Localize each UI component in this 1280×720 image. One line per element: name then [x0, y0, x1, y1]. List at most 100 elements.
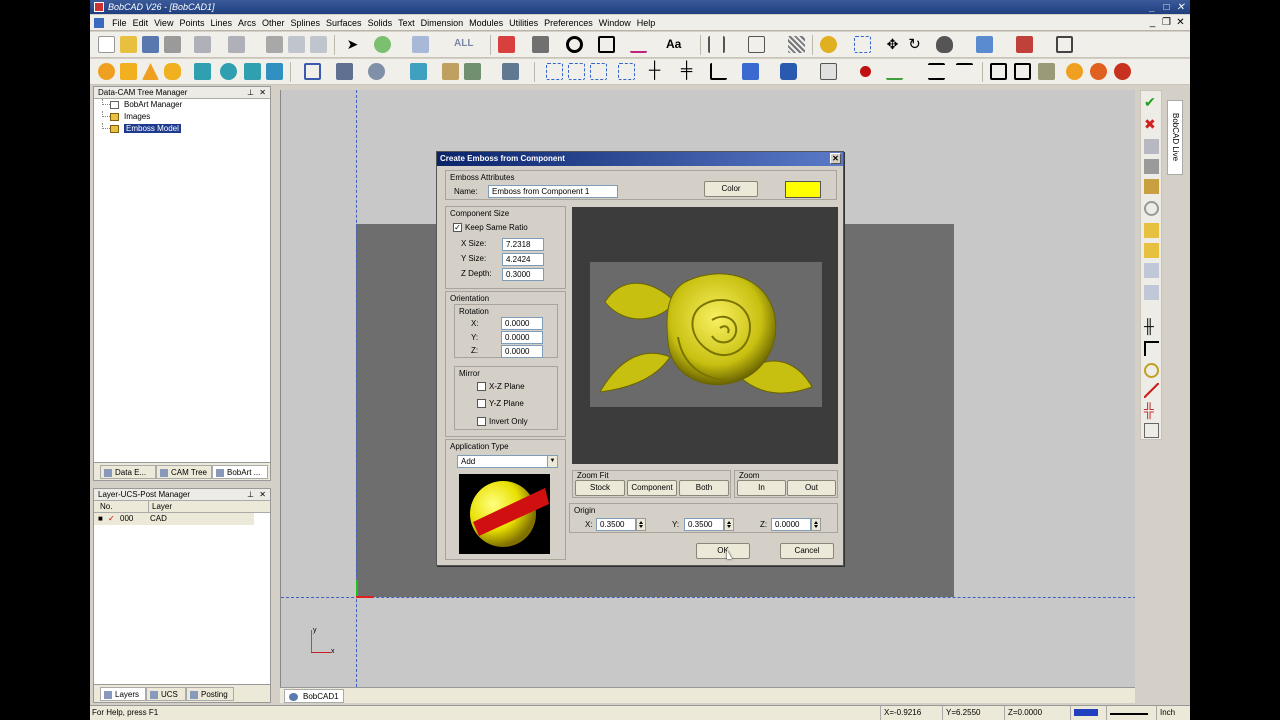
menu-splines[interactable]: Splines	[288, 15, 324, 31]
mirror-icon[interactable]	[956, 63, 973, 80]
edit-tool-icon[interactable]	[1144, 243, 1159, 258]
ucs-icon[interactable]	[976, 36, 993, 53]
spline-icon[interactable]	[630, 36, 647, 53]
zoom-fit-component-button[interactable]: Component	[627, 480, 677, 496]
align-icon[interactable]	[928, 63, 945, 80]
origin-z-spinner[interactable]	[811, 518, 821, 531]
table-row[interactable]: ■ ✓ 000 CAD	[94, 513, 254, 525]
dimension-vertical-icon[interactable]	[748, 36, 765, 53]
menu-modules[interactable]: Modules	[466, 15, 506, 31]
panel-close-icon[interactable]: ✕	[259, 87, 266, 99]
zoom-tool-icon[interactable]	[1144, 423, 1159, 438]
color-swatch[interactable]	[785, 181, 821, 198]
save-icon[interactable]	[142, 36, 159, 53]
tree-item-emboss-model[interactable]: Emboss Model	[94, 123, 270, 135]
check-icon[interactable]: ✓	[108, 513, 115, 525]
x-size-field[interactable]	[502, 238, 544, 251]
group-icon[interactable]	[990, 63, 1007, 80]
menu-points[interactable]: Points	[176, 15, 207, 31]
menu-file[interactable]: File	[109, 15, 130, 31]
open-folder-icon[interactable]	[120, 36, 137, 53]
cylinder-icon[interactable]	[164, 63, 181, 80]
rectangle-icon[interactable]	[598, 36, 615, 53]
select-window-icon[interactable]	[412, 36, 429, 53]
dialog-close-button[interactable]: ✕	[830, 153, 841, 164]
tab-layers[interactable]: Layers	[100, 687, 146, 701]
extrude-icon[interactable]	[194, 63, 211, 80]
measure-icon[interactable]	[1038, 63, 1055, 80]
zoom-in-button[interactable]: In	[737, 480, 786, 496]
emboss-remove-icon[interactable]	[1114, 63, 1131, 80]
menu-dimension[interactable]: Dimension	[418, 15, 467, 31]
invert-only-checkbox[interactable]	[477, 417, 486, 426]
corner-icon[interactable]	[1144, 341, 1159, 356]
cancel-icon[interactable]: ✖	[1144, 117, 1159, 132]
stitch-icon[interactable]	[502, 63, 519, 80]
select-entities-icon[interactable]	[546, 63, 563, 80]
select-pointer-icon[interactable]: ➤	[344, 36, 361, 53]
cone-icon[interactable]	[142, 63, 159, 80]
menu-lines[interactable]: Lines	[207, 15, 235, 31]
render-icon[interactable]	[936, 36, 953, 53]
menu-window[interactable]: Window	[596, 15, 634, 31]
move-icon[interactable]: ┼	[646, 63, 663, 80]
tab-posting[interactable]: Posting	[186, 687, 234, 701]
doc-tab-bobcad1[interactable]: BobCAD1	[284, 689, 344, 703]
select-face-icon[interactable]	[568, 63, 585, 80]
copy-icon[interactable]	[288, 36, 305, 53]
delete-icon[interactable]	[266, 36, 283, 53]
parallel-icon[interactable]: ╫	[1144, 319, 1159, 334]
solid-box-icon[interactable]	[742, 63, 759, 80]
application-type-select[interactable]: Add ▼	[457, 455, 558, 468]
circle-tool-icon[interactable]	[1144, 201, 1159, 216]
refresh-icon[interactable]: ↻	[906, 36, 923, 53]
line-weight-indicator[interactable]	[1106, 706, 1156, 720]
doc-minimize-icon[interactable]: _	[1146, 16, 1159, 29]
paste-icon[interactable]	[310, 36, 327, 53]
line-tool-icon[interactable]	[1144, 383, 1159, 398]
cam-setup-icon[interactable]	[1144, 263, 1159, 278]
hatch-icon[interactable]	[788, 36, 805, 53]
yz-plane-checkbox[interactable]	[477, 399, 486, 408]
bobart-icon[interactable]	[1066, 63, 1083, 80]
tools-icon[interactable]	[1144, 179, 1159, 194]
menu-utilities[interactable]: Utilities	[506, 15, 541, 31]
origin-y-spinner[interactable]	[724, 518, 734, 531]
color-indicator[interactable]	[1070, 706, 1106, 720]
maximize-icon[interactable]: □	[1160, 1, 1173, 14]
ungroup-icon[interactable]	[1014, 63, 1031, 80]
emboss-name-field[interactable]	[488, 185, 618, 198]
cam-op-icon[interactable]	[1144, 285, 1159, 300]
layers-icon[interactable]	[1144, 159, 1159, 174]
select-chain-icon[interactable]	[374, 36, 391, 53]
loft-icon[interactable]	[266, 63, 283, 80]
axis-icon[interactable]	[1016, 36, 1033, 53]
menu-arcs[interactable]: Arcs	[235, 15, 259, 31]
intersect-icon[interactable]: ╬	[1144, 403, 1159, 418]
surface-fillet-icon[interactable]	[368, 63, 385, 80]
trim-surface-icon[interactable]	[442, 63, 459, 80]
sweep-icon[interactable]	[244, 63, 261, 80]
tab-data-entities[interactable]: Data E...	[100, 465, 156, 479]
rotation-y-field[interactable]	[501, 331, 543, 344]
minimize-icon[interactable]: _	[1146, 1, 1159, 14]
redo-icon[interactable]	[228, 36, 245, 53]
ok-button[interactable]: OK	[696, 543, 750, 559]
origin-z-field[interactable]	[771, 518, 811, 531]
menu-view[interactable]: View	[151, 15, 176, 31]
rotation-z-field[interactable]	[501, 345, 543, 358]
select-body-icon[interactable]	[618, 63, 635, 80]
origin-y-field[interactable]	[684, 518, 724, 531]
curve-project-icon[interactable]	[886, 63, 903, 80]
menu-edit[interactable]: Edit	[130, 15, 152, 31]
emboss-preview[interactable]	[572, 207, 838, 464]
surface-offset-icon[interactable]	[336, 63, 353, 80]
line-style-icon[interactable]	[532, 36, 549, 53]
emboss-icon[interactable]	[1090, 63, 1107, 80]
tree-item-images[interactable]: Images	[94, 111, 270, 123]
layer-color-icon[interactable]	[498, 36, 515, 53]
layer-panel-close-icon[interactable]: ✕	[259, 489, 266, 501]
zoom-fit-stock-button[interactable]: Stock	[575, 480, 625, 496]
zoom-window-icon[interactable]	[854, 36, 871, 53]
pin-icon[interactable]: ⊥	[247, 87, 254, 99]
